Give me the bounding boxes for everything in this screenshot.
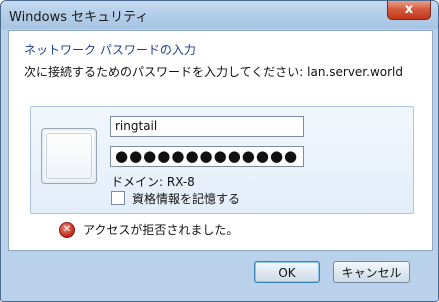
dialog-content: ネットワーク パスワードの入力 次に接続するためのパスワードを入力してください:… bbox=[8, 30, 433, 251]
window-title: Windows セキュリティ bbox=[9, 10, 149, 25]
dialog-heading: ネットワーク パスワードの入力 bbox=[24, 43, 196, 57]
password-field[interactable]: ●●●●●●●●●●●●● bbox=[110, 146, 304, 167]
remember-checkbox[interactable] bbox=[111, 191, 125, 205]
cancel-button[interactable]: キャンセル bbox=[333, 261, 410, 283]
security-dialog-window: Windows セキュリティ x ネットワーク パスワードの入力 次に接続するた… bbox=[0, 0, 439, 302]
title-bar: Windows セキュリティ x bbox=[1, 1, 438, 29]
dialog-description: 次に接続するためのパスワードを入力してください: lan.server.worl… bbox=[24, 65, 403, 79]
user-tile-icon bbox=[41, 128, 97, 184]
error-message: アクセスが拒否されました。 bbox=[83, 223, 239, 237]
ok-button[interactable]: OK bbox=[254, 261, 320, 283]
close-icon: x bbox=[404, 2, 414, 17]
remember-label[interactable]: 資格情報を記憶する bbox=[132, 190, 240, 207]
username-field[interactable]: ringtail bbox=[110, 116, 304, 137]
close-button[interactable]: x bbox=[387, 1, 431, 20]
domain-label: ドメイン: RX-8 bbox=[111, 175, 195, 189]
credential-panel[interactable]: ringtail ●●●●●●●●●●●●● ドメイン: RX-8 資格情報を記… bbox=[30, 106, 414, 214]
error-icon: ✕ bbox=[59, 222, 75, 238]
